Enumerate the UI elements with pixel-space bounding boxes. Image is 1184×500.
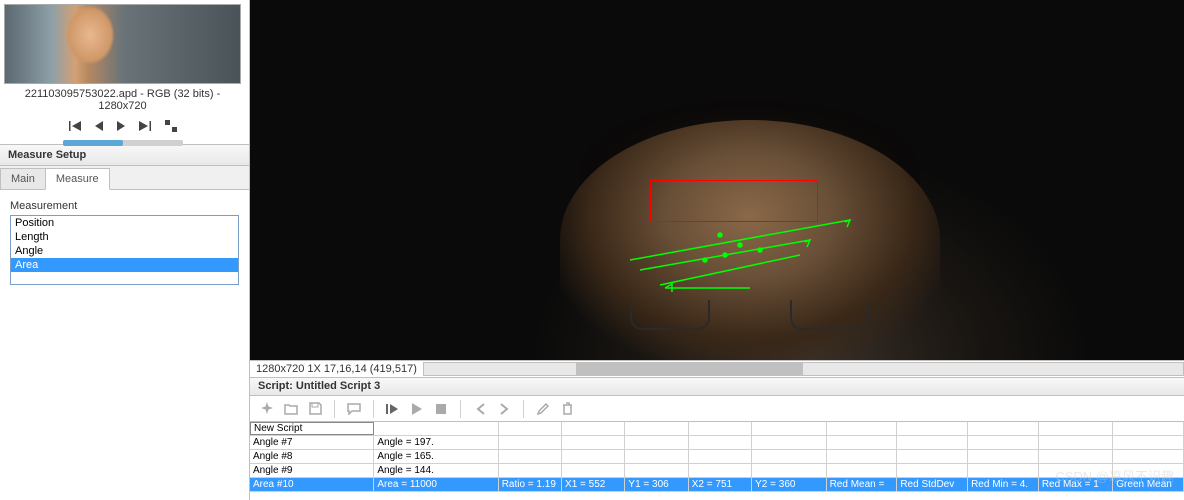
- separator: [373, 400, 374, 418]
- play-from-start-icon[interactable]: [384, 400, 402, 418]
- status-text: 1280x720 1X 17,16,14 (419,517): [250, 363, 423, 375]
- measurement-item-length[interactable]: Length: [11, 230, 238, 244]
- open-icon[interactable]: [282, 400, 300, 418]
- next-frame-button[interactable]: [117, 121, 125, 131]
- tab-measure[interactable]: Measure: [45, 168, 110, 190]
- measure-tabs: Main Measure: [0, 166, 249, 190]
- measurement-item-angle[interactable]: Angle: [11, 244, 238, 258]
- separator: [334, 400, 335, 418]
- measurement-item-position[interactable]: Position: [11, 216, 238, 230]
- tab-main[interactable]: Main: [0, 168, 46, 189]
- new-script-cell[interactable]: New Script: [250, 422, 374, 435]
- table-row-selected[interactable]: Area #10 Area = 11000 Ratio = 1.19 X1 = …: [250, 478, 1184, 492]
- measure-setup-title: Measure Setup: [0, 145, 249, 166]
- next-icon[interactable]: [495, 400, 513, 418]
- viewer-image: [250, 0, 1184, 360]
- separator: [523, 400, 524, 418]
- script-grid[interactable]: New Script Angle #7 Angle = 197. Angle #…: [250, 422, 1184, 500]
- playback-controls: [4, 116, 241, 136]
- comment-icon[interactable]: [345, 400, 363, 418]
- measurement-box: Measurement Position Length Angle Area: [0, 190, 249, 295]
- table-row[interactable]: Angle #7 Angle = 197.: [250, 436, 1184, 450]
- grid-header-row: New Script: [250, 422, 1184, 436]
- playback-progress[interactable]: [63, 140, 183, 146]
- image-content: [630, 300, 870, 330]
- script-header: Script: Untitled Script 3: [250, 378, 1184, 396]
- thumbnail-area: 221103095753022.apd - RGB (32 bits) - 12…: [0, 0, 245, 144]
- thumbnail-caption: 221103095753022.apd - RGB (32 bits) - 12…: [4, 84, 241, 116]
- script-toolbar: [250, 396, 1184, 422]
- prev-icon[interactable]: [471, 400, 489, 418]
- thumbnail-image[interactable]: [4, 4, 241, 84]
- angle-annotations: [630, 200, 910, 300]
- table-row[interactable]: Angle #9 Angle = 144.: [250, 464, 1184, 478]
- measure-setup-panel: Measure Setup Main Measure Measurement P…: [0, 144, 249, 295]
- left-panel: 221103095753022.apd - RGB (32 bits) - 12…: [0, 0, 250, 500]
- save-icon[interactable]: [306, 400, 324, 418]
- separator: [460, 400, 461, 418]
- measurement-label: Measurement: [10, 200, 239, 212]
- measurement-list[interactable]: Position Length Angle Area: [10, 215, 239, 285]
- horizontal-scrollbar[interactable]: [423, 362, 1184, 376]
- first-frame-button[interactable]: [69, 121, 81, 131]
- table-row[interactable]: Angle #8 Angle = 165.: [250, 450, 1184, 464]
- last-frame-button[interactable]: [139, 121, 151, 131]
- delete-icon[interactable]: [558, 400, 576, 418]
- options-button[interactable]: [165, 120, 177, 132]
- edit-icon[interactable]: [534, 400, 552, 418]
- measurement-item-area[interactable]: Area: [11, 258, 238, 272]
- viewer-status-bar: 1280x720 1X 17,16,14 (419,517): [250, 360, 1184, 378]
- new-icon[interactable]: [258, 400, 276, 418]
- play-icon[interactable]: [408, 400, 426, 418]
- prev-frame-button[interactable]: [95, 121, 103, 131]
- stop-icon[interactable]: [432, 400, 450, 418]
- main-viewer[interactable]: [250, 0, 1184, 360]
